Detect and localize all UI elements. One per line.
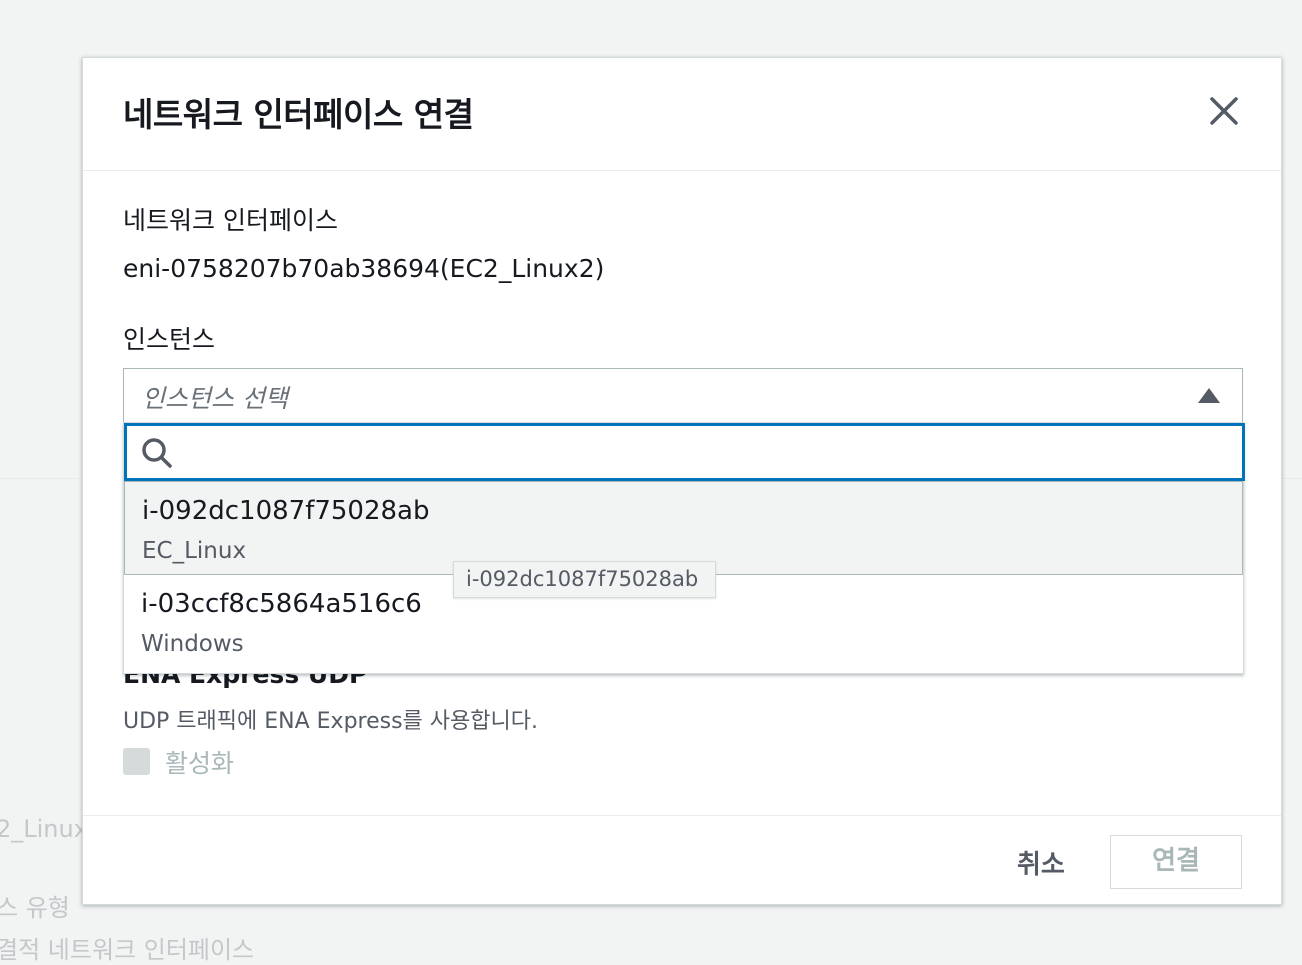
instance-option-id: i-03ccf8c5864a516c6 (141, 589, 422, 619)
cancel-button[interactable]: 취소 (1017, 844, 1065, 881)
ena-express-udp-description: UDP 트래픽에 ENA Express를 사용합니다. (123, 709, 538, 734)
instance-id-tooltip: i-092dc1087f75028ab (453, 561, 716, 598)
search-icon (142, 438, 172, 468)
instance-label: 인스턴스 (123, 325, 216, 354)
attach-network-interface-modal: 네트워크 인터페이스 연결 네트워크 인터페이스 eni-0758207b70a… (82, 57, 1282, 905)
instance-select-placeholder: 인스턴스 선택 (142, 384, 288, 413)
background-text: 결적 네트워크 인터페이스 (0, 936, 255, 964)
caret-up-icon (1198, 388, 1220, 403)
enable-checkbox[interactable] (123, 748, 150, 775)
instance-search-box[interactable] (124, 423, 1245, 481)
instance-search-input[interactable] (183, 432, 1227, 474)
instance-dropdown: i-092dc1087f75028ab EC_Linux i-03ccf8c58… (123, 422, 1245, 674)
modal-footer: 취소 연결 (83, 815, 1281, 905)
instance-select[interactable]: 인스턴스 선택 (123, 368, 1243, 422)
enable-checkbox-label: 활성화 (165, 749, 235, 778)
modal-header: 네트워크 인터페이스 연결 (83, 58, 1281, 171)
attach-button[interactable]: 연결 (1110, 835, 1242, 889)
network-interface-value: eni-0758207b70ab38694(EC2_Linux2) (123, 254, 605, 283)
instance-option-name: EC_Linux (142, 538, 247, 564)
background-text: 2_Linux (0, 815, 88, 843)
network-interface-label: 네트워크 인터페이스 (123, 206, 338, 235)
close-button[interactable] (1207, 94, 1241, 128)
modal-title: 네트워크 인터페이스 연결 (123, 95, 474, 134)
instance-option-name: Windows (141, 631, 244, 657)
instance-option-id: i-092dc1087f75028ab (142, 496, 430, 526)
close-icon (1210, 97, 1238, 125)
background-text: 스 유형 (0, 894, 70, 922)
